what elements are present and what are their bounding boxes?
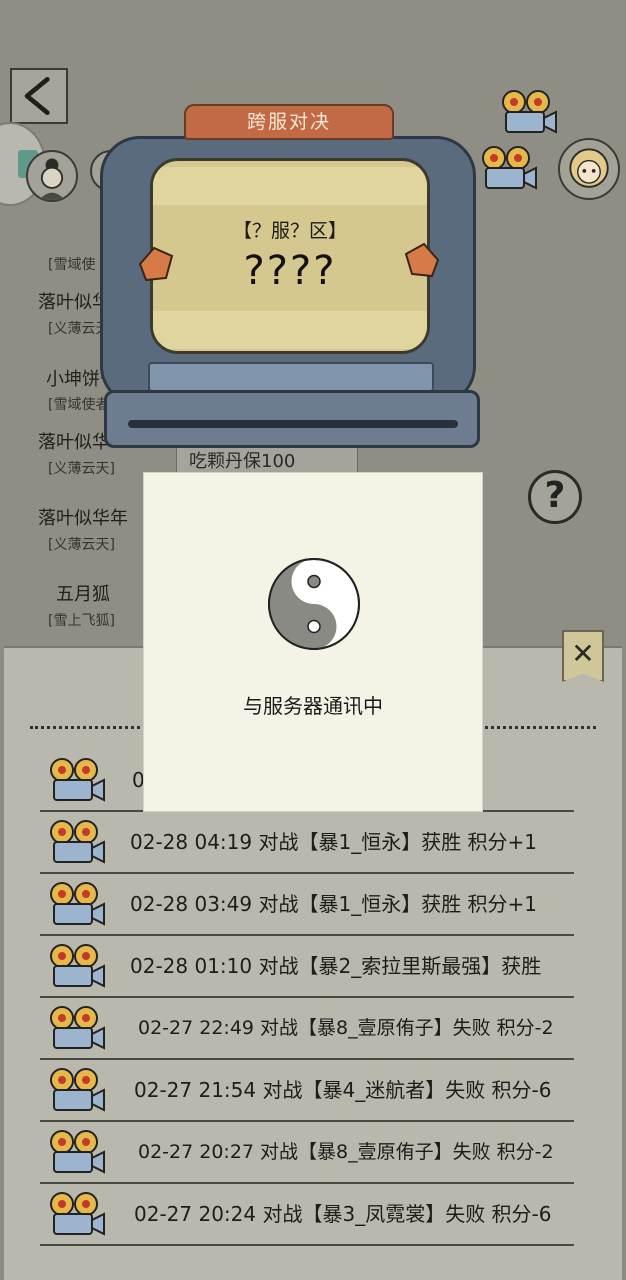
player-name: 落叶似华年	[38, 508, 128, 529]
screen-bar	[148, 362, 434, 392]
record-row[interactable]: 02-27 22:49 对战【暴8_壹原侑子】失败 积分-2	[40, 998, 574, 1060]
replay-camera-icon[interactable]	[48, 1004, 106, 1052]
record-text: 02-28 04:19 对战【暴1_恒永】获胜 积分+1	[130, 830, 538, 854]
match-title: 跨服对决	[184, 104, 394, 140]
opponent-name: ????	[243, 248, 337, 294]
gem-icon	[138, 246, 174, 282]
machine-base	[104, 390, 480, 448]
screen-band	[153, 167, 427, 205]
player-guild: [义薄云天]	[48, 537, 115, 553]
replay-camera-icon[interactable]	[48, 880, 106, 928]
record-text: 02-28 03:49 对战【暴1_恒永】获胜 积分+1	[130, 892, 538, 916]
record-text: 02-27 20:24 对战【暴3_凤霓裳】失败 积分-6	[134, 1202, 552, 1226]
gem-icon	[404, 242, 440, 278]
record-row[interactable]: 02-28 01:10 对战【暴2_索拉里斯最强】获胜	[40, 936, 574, 998]
record-text: 02-28 01:10 对战【暴2_索拉里斯最强】获胜	[130, 954, 542, 978]
record-text: 02-27 20:27 对战【暴8_壹原侑子】失败 积分-2	[138, 1141, 554, 1163]
player-avatar-1[interactable]	[26, 150, 78, 202]
back-arrow-icon	[24, 76, 50, 116]
record-text: 02-27 22:49 对战【暴8_壹原侑子】失败 积分-2	[138, 1017, 554, 1039]
avatar-girl-icon	[569, 148, 609, 188]
replay-camera-icon[interactable]	[48, 942, 106, 990]
record-row[interactable]: 02-28 04:19 对战【暴1_恒永】获胜 积分+1	[40, 812, 574, 874]
record-row[interactable]: 02-27 21:54 对战【暴4_迷航者】失败 积分-6	[40, 1060, 574, 1122]
player-guild: [雪上飞狐]	[48, 613, 115, 629]
replay-camera-icon[interactable]	[48, 756, 106, 804]
avatar-face-icon	[39, 158, 65, 200]
record-row[interactable]: 02-28 03:49 对战【暴1_恒永】获胜 积分+1	[40, 874, 574, 936]
replay-camera-icon[interactable]	[48, 818, 106, 866]
replay-camera-icon[interactable]	[48, 1190, 106, 1238]
record-row[interactable]: 02-27 20:24 对战【暴3_凤霓裳】失败 积分-6	[40, 1184, 574, 1246]
screen-band	[153, 311, 427, 349]
player-guild: [义薄云天]	[48, 461, 115, 477]
machine-slot	[128, 420, 458, 428]
opponent-avatar[interactable]	[558, 138, 620, 200]
help-button[interactable]: ?	[528, 470, 582, 524]
replay-camera-icon[interactable]	[500, 88, 558, 136]
replay-camera-icon[interactable]	[48, 1128, 106, 1176]
yin-yang-icon	[268, 558, 360, 650]
replay-camera-icon[interactable]	[480, 144, 538, 192]
record-row[interactable]: 02-27 20:27 对战【暴8_壹原侑子】失败 积分-2	[40, 1122, 574, 1184]
record-text: 02-27 21:54 对战【暴4_迷航者】失败 积分-6	[134, 1078, 552, 1102]
opponent-server: 【？服？区】	[232, 220, 347, 242]
connecting-message: 与服务器通讯中	[243, 694, 383, 718]
back-button[interactable]	[10, 68, 68, 124]
replay-camera-icon[interactable]	[48, 1066, 106, 1114]
